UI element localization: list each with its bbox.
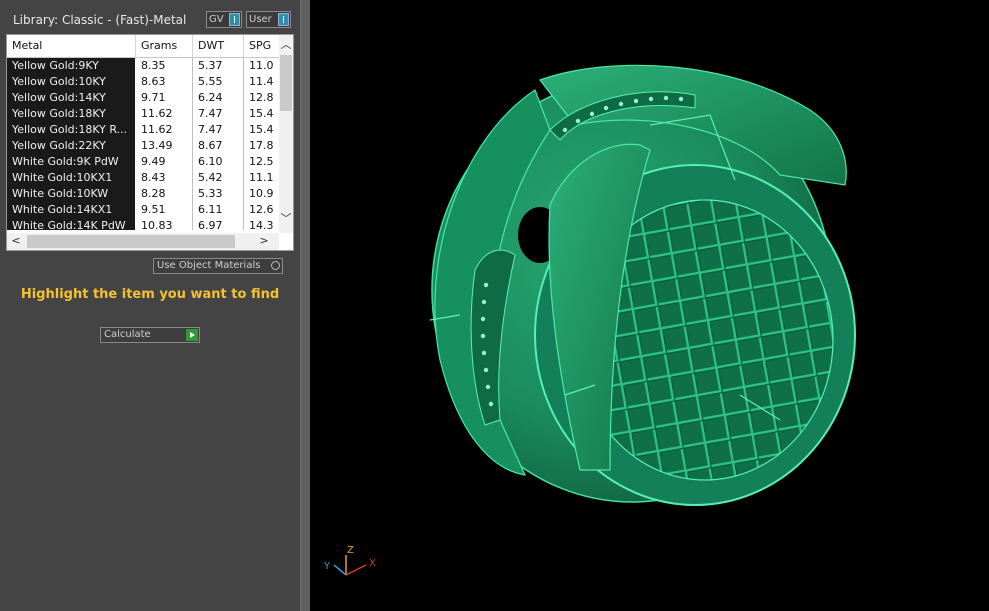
find-instruction: Highlight the item you want to find — [20, 287, 280, 302]
gv-toggle[interactable]: GV — [206, 11, 242, 28]
metal-cell: White Gold:9K PdW — [7, 154, 136, 170]
metal-table: Metal Grams DWT SPG Yellow Gold:9KY 8.35 5… — [6, 34, 294, 251]
calculate-button[interactable]: Calculate — [100, 327, 200, 343]
table-row[interactable]: Yellow Gold:14KY 9.71 6.24 12.8 — [7, 90, 279, 106]
dwt-cell: 5.37 — [193, 58, 244, 74]
spg-cell: 12.6 — [244, 202, 279, 218]
metal-cell: Yellow Gold:22KY — [7, 138, 136, 154]
table-row[interactable]: White Gold:14KX1 9.51 6.11 12.6 — [7, 202, 279, 218]
dwt-cell: 5.55 — [193, 74, 244, 90]
play-icon — [186, 329, 198, 341]
table-row[interactable]: Yellow Gold:22KY 13.49 8.67 17.8 — [7, 138, 279, 154]
dwt-cell: 8.67 — [193, 138, 244, 154]
grams-cell: 9.49 — [136, 154, 193, 170]
scroll-up-icon[interactable]: ︿ — [279, 37, 293, 53]
axis-triad: Z X Y — [323, 545, 376, 576]
grams-cell: 8.43 — [136, 170, 193, 186]
3d-viewport[interactable]: Z X Y — [310, 0, 989, 611]
spg-cell: 15.4 — [244, 106, 279, 122]
metal-cell: Yellow Gold:18KY R... — [7, 122, 136, 138]
dwt-cell: 5.42 — [193, 170, 244, 186]
use-object-materials-button[interactable]: Use Object Materials — [153, 258, 283, 274]
spg-cell: 12.5 — [244, 154, 279, 170]
horizontal-scroll-thumb[interactable] — [27, 235, 235, 248]
y-axis-line — [333, 564, 347, 576]
spg-cell: 17.8 — [244, 138, 279, 154]
table-body: Yellow Gold:9KY 8.35 5.37 11.0 Yellow Gold:1… — [7, 58, 279, 230]
grams-cell: 9.71 — [136, 90, 193, 106]
column-header-dwt[interactable]: DWT — [193, 35, 244, 57]
metal-cell: Yellow Gold:18KY — [7, 106, 136, 122]
gv-toggle-label: GV — [209, 14, 224, 25]
dwt-cell: 7.47 — [193, 106, 244, 122]
grams-cell: 11.62 — [136, 122, 193, 138]
dwt-cell: 7.47 — [193, 122, 244, 138]
grams-cell: 8.63 — [136, 74, 193, 90]
spg-cell: 11.0 — [244, 58, 279, 74]
metal-cell: White Gold:14K PdW — [7, 218, 136, 230]
table-header: Metal Grams DWT SPG — [7, 35, 279, 58]
table-row[interactable]: White Gold:10KX1 8.43 5.42 11.1 — [7, 170, 279, 186]
panel-title: Library: Classic - (Fast)-Metal — [13, 13, 187, 27]
grams-cell: 9.51 — [136, 202, 193, 218]
metal-cell: Yellow Gold:10KY — [7, 74, 136, 90]
dwt-cell: 6.97 — [193, 218, 244, 230]
spg-cell: 15.4 — [244, 122, 279, 138]
y-axis-label: Y — [323, 561, 331, 572]
spg-cell: 10.9 — [244, 186, 279, 202]
x-axis-label: X — [369, 558, 376, 569]
use-object-materials-label: Use Object Materials — [157, 260, 261, 271]
grams-cell: 10.83 — [136, 218, 193, 230]
user-toggle-label: User — [249, 14, 272, 25]
dwt-cell: 6.11 — [193, 202, 244, 218]
scroll-right-icon[interactable]: > — [257, 233, 271, 249]
dwt-cell: 6.10 — [193, 154, 244, 170]
dwt-cell: 6.24 — [193, 90, 244, 106]
metal-cell: White Gold:10KW — [7, 186, 136, 202]
grams-cell: 8.35 — [136, 58, 193, 74]
scroll-down-icon[interactable]: ﹀ — [279, 211, 293, 227]
metal-cell: Yellow Gold:9KY — [7, 58, 136, 74]
table-row[interactable]: Yellow Gold:18KY 11.62 7.47 15.4 — [7, 106, 279, 122]
scroll-left-icon[interactable]: < — [9, 233, 23, 249]
metal-cell: White Gold:10KX1 — [7, 170, 136, 186]
table-row[interactable]: White Gold:9K PdW 9.49 6.10 12.5 — [7, 154, 279, 170]
gv-toggle-switch-icon — [229, 13, 240, 26]
library-panel: Library: Classic - (Fast)-Metal GV User … — [0, 0, 300, 611]
column-header-spg[interactable]: SPG — [244, 35, 279, 57]
spg-cell: 12.8 — [244, 90, 279, 106]
user-toggle[interactable]: User — [246, 11, 291, 28]
spg-cell: 14.3 — [244, 218, 279, 230]
column-header-grams[interactable]: Grams — [136, 35, 193, 57]
grams-cell: 8.28 — [136, 186, 193, 202]
table-row[interactable]: Yellow Gold:18KY R... 11.62 7.47 15.4 — [7, 122, 279, 138]
table-row[interactable]: White Gold:10KW 8.28 5.33 10.9 — [7, 186, 279, 202]
panel-splitter[interactable] — [300, 0, 310, 611]
metal-cell: White Gold:14KX1 — [7, 202, 136, 218]
horizontal-scrollbar[interactable]: < > — [7, 233, 279, 250]
spg-cell: 11.4 — [244, 74, 279, 90]
user-toggle-switch-icon — [278, 13, 289, 26]
dwt-cell: 5.33 — [193, 186, 244, 202]
table-row[interactable]: Yellow Gold:10KY 8.63 5.55 11.4 — [7, 74, 279, 90]
grams-cell: 13.49 — [136, 138, 193, 154]
column-header-metal[interactable]: Metal — [7, 35, 136, 57]
table-row[interactable]: Yellow Gold:9KY 8.35 5.37 11.0 — [7, 58, 279, 74]
spg-cell: 11.1 — [244, 170, 279, 186]
grams-cell: 11.62 — [136, 106, 193, 122]
x-axis-line — [345, 564, 367, 576]
ring-model-render[interactable]: Z X Y — [310, 0, 989, 611]
vertical-scroll-thumb[interactable] — [280, 55, 292, 111]
radio-icon — [271, 261, 280, 270]
metal-cell: Yellow Gold:14KY — [7, 90, 136, 106]
z-axis-label: Z — [347, 545, 354, 556]
table-row[interactable]: White Gold:14K PdW 10.83 6.97 14.3 — [7, 218, 279, 230]
vertical-scrollbar[interactable]: ︿ ﹀ — [279, 35, 293, 233]
calculate-label: Calculate — [104, 329, 151, 340]
